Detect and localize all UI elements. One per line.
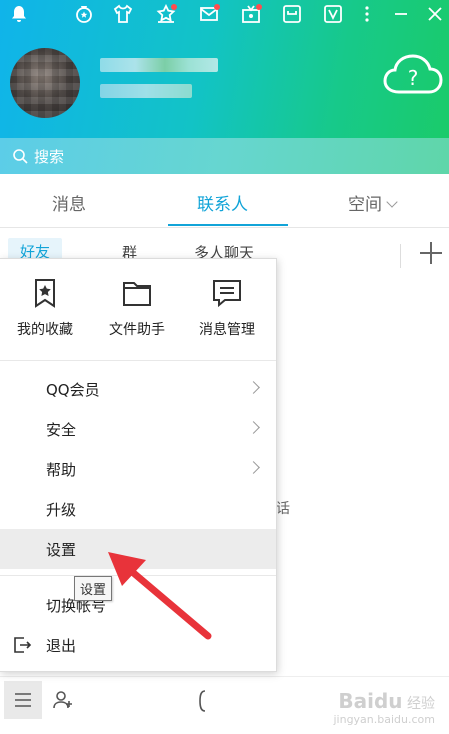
menu-item-label: 升级 [46,500,77,519]
watermark-brand: Bai [338,689,374,713]
main-menu-button[interactable] [4,681,42,719]
menu-item-security[interactable]: 安全 [0,409,276,449]
avatar[interactable] [10,48,80,118]
logout-icon [14,637,32,653]
tab-space-label: 空间 [348,195,382,215]
header: ? [0,0,449,138]
add-user-icon [53,691,72,709]
bell-icon[interactable] [8,3,30,25]
search-bar[interactable]: 搜索 [0,138,449,174]
quick-actions: 我的收藏 文件助手 消息管理 [0,259,276,361]
medal-icon[interactable] [73,3,95,25]
tab-space[interactable]: 空间 [348,190,398,215]
more-icon[interactable] [356,3,378,25]
message-icon [213,280,241,308]
tab-messages[interactable]: 消息 [52,190,86,215]
add-friend-button[interactable] [44,681,82,719]
active-tab-indicator [168,224,288,226]
video-icon[interactable] [322,3,344,25]
search-placeholder: 搜索 [34,147,65,166]
gift-icon[interactable] [240,3,262,25]
chevron-right-icon [247,381,260,394]
file-assistant-label: 文件助手 [109,322,165,338]
signature-blurred [100,84,192,98]
divider [400,244,401,268]
message-manager-button[interactable]: 消息管理 [182,277,272,339]
chevron-right-icon [247,461,260,474]
menu-item-label: 退出 [46,636,77,655]
favorites-button[interactable]: 我的收藏 [0,277,90,339]
watermark-url: jingyan.baidu.com [333,713,435,726]
file-assistant-button[interactable]: 文件助手 [92,277,182,339]
mail-icon[interactable] [198,3,220,25]
message-manager-label: 消息管理 [199,322,255,338]
minimize-icon[interactable] [390,3,412,25]
background-text: 话 [276,501,290,517]
watermark-paw: du [373,689,403,713]
menu-item-label: QQ会员 [46,380,100,399]
menu-item-upgrade[interactable]: 升级 [0,489,276,529]
drive-icon[interactable] [281,3,303,25]
partial-icon[interactable] [196,687,210,715]
menu-item-label: 安全 [46,420,77,439]
watermark-suffix: 经验 [407,696,435,712]
star-hat-icon[interactable] [155,3,177,25]
main-tabs: 消息 联系人 空间 [0,174,449,228]
close-icon[interactable] [424,3,446,25]
nickname-blurred [100,58,218,72]
hamburger-icon [15,693,31,707]
shirt-icon[interactable] [112,3,134,25]
bookmark-star-icon [35,279,55,308]
annotation-arrow [108,552,212,640]
chevron-right-icon [247,421,260,434]
menu-item-label: 帮助 [46,460,77,479]
menu-item-label: 设置 [46,540,77,559]
folder-icon [123,282,151,306]
baidu-watermark: Baidu 经验 jingyan.baidu.com [333,689,435,726]
tab-contacts[interactable]: 联系人 [197,190,248,215]
svg-text:?: ? [408,66,419,90]
menu-item-qq-vip[interactable]: QQ会员 [0,369,276,409]
help-cloud-icon[interactable]: ? [383,52,443,98]
chevron-down-icon [386,196,398,208]
bottom-bar: Baidu 经验 jingyan.baidu.com [0,676,449,734]
menu-item-help[interactable]: 帮助 [0,449,276,489]
favorites-label: 我的收藏 [17,322,73,338]
add-icon[interactable] [420,242,442,264]
search-icon [13,149,28,164]
